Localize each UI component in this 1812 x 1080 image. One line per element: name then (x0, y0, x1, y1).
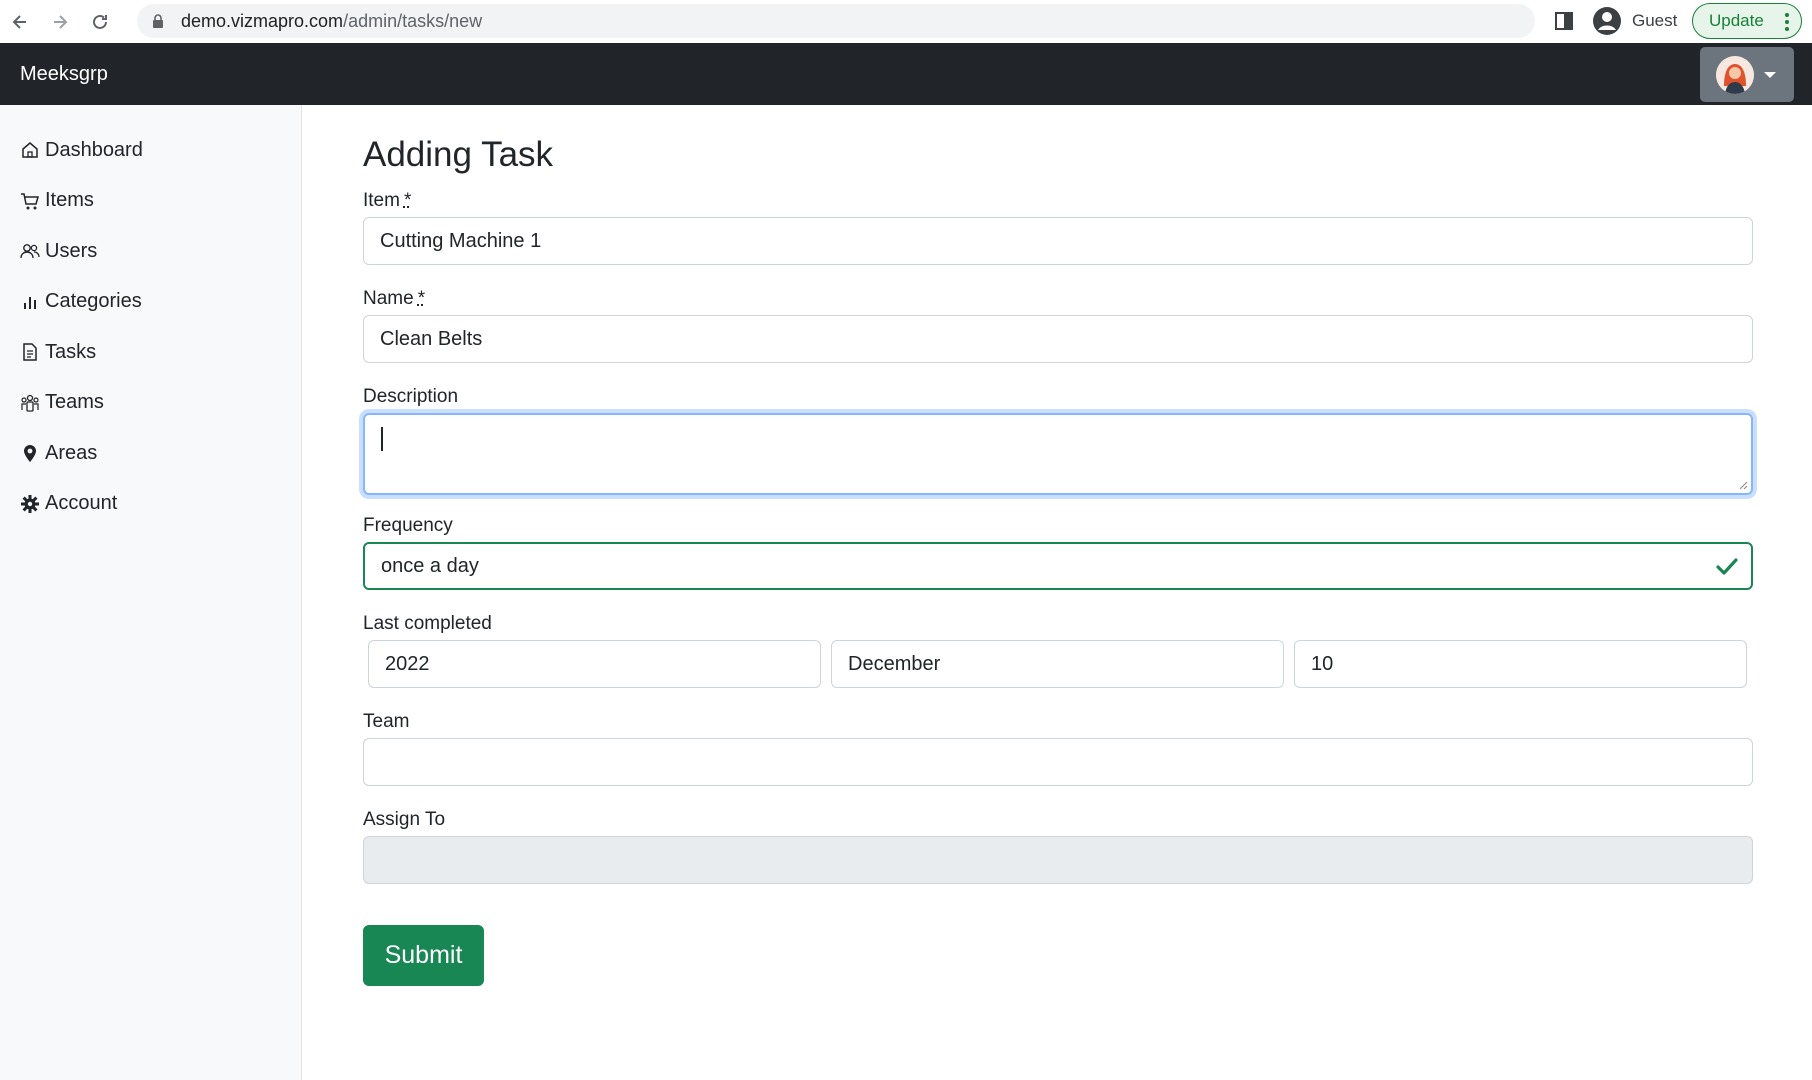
frequency-value: once a day (381, 554, 479, 577)
sidebar-item-dashboard[interactable]: Dashboard (0, 125, 301, 176)
item-select-value: Cutting Machine 1 (380, 229, 542, 252)
sidebar-item-account[interactable]: Account (0, 479, 301, 530)
sidebar-item-categories[interactable]: Categories (0, 277, 301, 328)
sidebar-item-label: Areas (45, 441, 98, 464)
item-select[interactable]: Cutting Machine 1 (363, 217, 1753, 265)
check-icon (1716, 558, 1738, 575)
house-icon (20, 140, 40, 160)
user-menu-button[interactable] (1700, 47, 1794, 102)
assign-to-label: Assign To (363, 809, 446, 830)
update-button[interactable]: Update (1692, 3, 1802, 39)
update-label: Update (1709, 11, 1764, 30)
frequency-label: Frequency (363, 515, 453, 536)
page-title: Adding Task (363, 135, 554, 174)
kebab-menu-icon[interactable] (1785, 13, 1789, 31)
team-icon (20, 393, 40, 413)
resize-grip-icon[interactable] (1738, 480, 1748, 490)
sidebar-item-label: Categories (45, 290, 142, 313)
side-panel-icon[interactable] (1553, 10, 1575, 32)
year-select[interactable]: 2022 (368, 640, 821, 688)
last-completed-label: Last completed (363, 613, 492, 634)
people-icon (20, 241, 40, 261)
submit-button[interactable]: Submit (363, 925, 484, 986)
name-input[interactable]: Clean Belts (363, 315, 1753, 363)
sidebar-item-label: Users (45, 239, 98, 262)
chevron-down-icon (1764, 71, 1776, 78)
text-cursor (381, 427, 383, 451)
address-bar[interactable]: demo.vizmapro.com/admin/tasks/new (137, 4, 1535, 38)
profile-button[interactable]: Guest (1588, 3, 1688, 39)
back-arrow-icon[interactable] (0, 0, 40, 43)
item-label: Item * (363, 190, 411, 212)
item-label-text: Item (363, 190, 400, 211)
sidebar-item-users[interactable]: Users (0, 226, 301, 277)
sidebar-item-label: Teams (45, 391, 104, 414)
name-label: Name * (363, 288, 425, 310)
required-mark: * (403, 190, 412, 211)
sidebar-item-teams[interactable]: Teams (0, 378, 301, 429)
bar-chart-icon (20, 292, 40, 312)
sidebar-item-tasks[interactable]: Tasks (0, 327, 301, 378)
name-label-text: Name (363, 288, 414, 309)
file-text-icon (20, 342, 40, 362)
sidebar-item-areas[interactable]: Areas (0, 428, 301, 479)
profile-icon (1592, 6, 1622, 36)
sidebar-item-label: Account (45, 492, 118, 515)
map-pin-icon (20, 443, 40, 463)
url-text: demo.vizmapro.com/admin/tasks/new (181, 11, 482, 32)
sidebar: Dashboard Items Users Categories Tasks T… (0, 105, 302, 1080)
avatar (1716, 55, 1754, 94)
day-select[interactable]: 10 (1294, 640, 1747, 688)
url-host: demo.vizmapro.com (181, 10, 344, 31)
sidebar-item-label: Items (45, 189, 94, 212)
cart-icon (20, 191, 40, 211)
app-navbar: Meeksgrp (0, 43, 1812, 105)
sidebar-item-label: Tasks (45, 340, 97, 363)
month-select[interactable]: December (831, 640, 1284, 688)
brand-link[interactable]: Meeksgrp (20, 63, 108, 86)
sidebar-item-items[interactable]: Items (0, 176, 301, 227)
url-path: /admin/tasks/new (343, 10, 483, 31)
month-value: December (848, 652, 941, 675)
team-select[interactable] (363, 738, 1753, 786)
gear-icon (20, 494, 40, 514)
team-label: Team (363, 711, 410, 732)
reload-icon[interactable] (80, 0, 120, 43)
required-mark: * (417, 288, 426, 309)
name-input-value: Clean Belts (380, 327, 483, 350)
lock-icon[interactable] (151, 13, 165, 29)
frequency-input[interactable]: once a day (363, 542, 1753, 590)
browser-toolbar: demo.vizmapro.com/admin/tasks/new Guest … (0, 0, 1812, 43)
description-label: Description (363, 386, 459, 407)
profile-label: Guest (1632, 11, 1678, 30)
description-textarea[interactable] (363, 413, 1753, 495)
assign-to-select (363, 836, 1753, 884)
main-content: Adding Task Item * Cutting Machine 1 Name… (302, 105, 1812, 1080)
year-value: 2022 (385, 652, 430, 675)
forward-arrow-icon[interactable] (40, 0, 80, 43)
day-value: 10 (1311, 652, 1334, 675)
sidebar-item-label: Dashboard (45, 138, 143, 161)
